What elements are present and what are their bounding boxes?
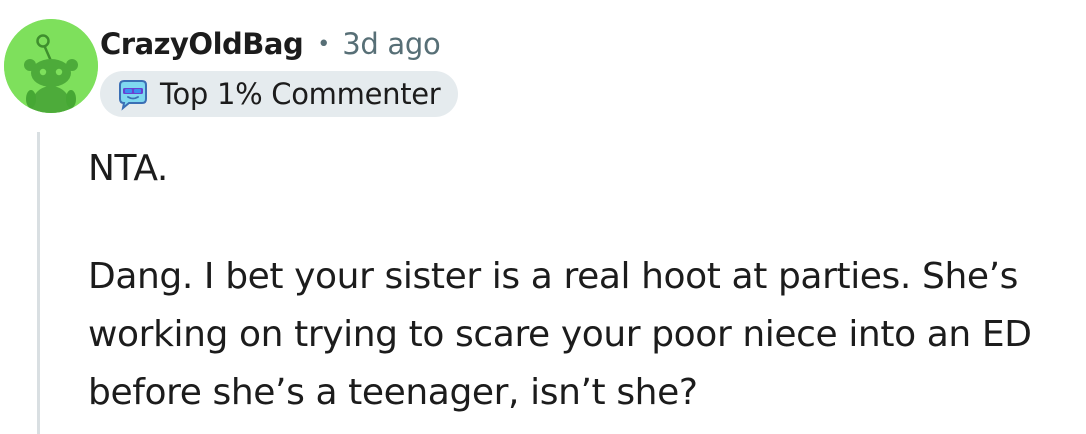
sunglasses-snoo-icon xyxy=(119,80,147,111)
username-link[interactable]: CrazyOldBag xyxy=(100,27,304,61)
comment-timestamp[interactable]: 3d ago xyxy=(342,27,441,61)
meta-separator: • xyxy=(317,31,331,57)
snoo-avatar-icon xyxy=(4,19,98,113)
user-avatar[interactable] xyxy=(4,19,98,113)
comment-body: NTA. Dang. I bet your sister is a real h… xyxy=(88,140,1058,422)
flair-label: Top 1% Commenter xyxy=(160,77,441,111)
user-flair-badge: Top 1% Commenter xyxy=(100,71,459,117)
comment-paragraph: NTA. xyxy=(88,148,168,189)
comment-meta: CrazyOldBag • 3d ago xyxy=(100,22,441,66)
thread-line[interactable] xyxy=(37,132,40,434)
comment-paragraph: Dang. I bet your sister is a real hoot a… xyxy=(88,256,1032,413)
